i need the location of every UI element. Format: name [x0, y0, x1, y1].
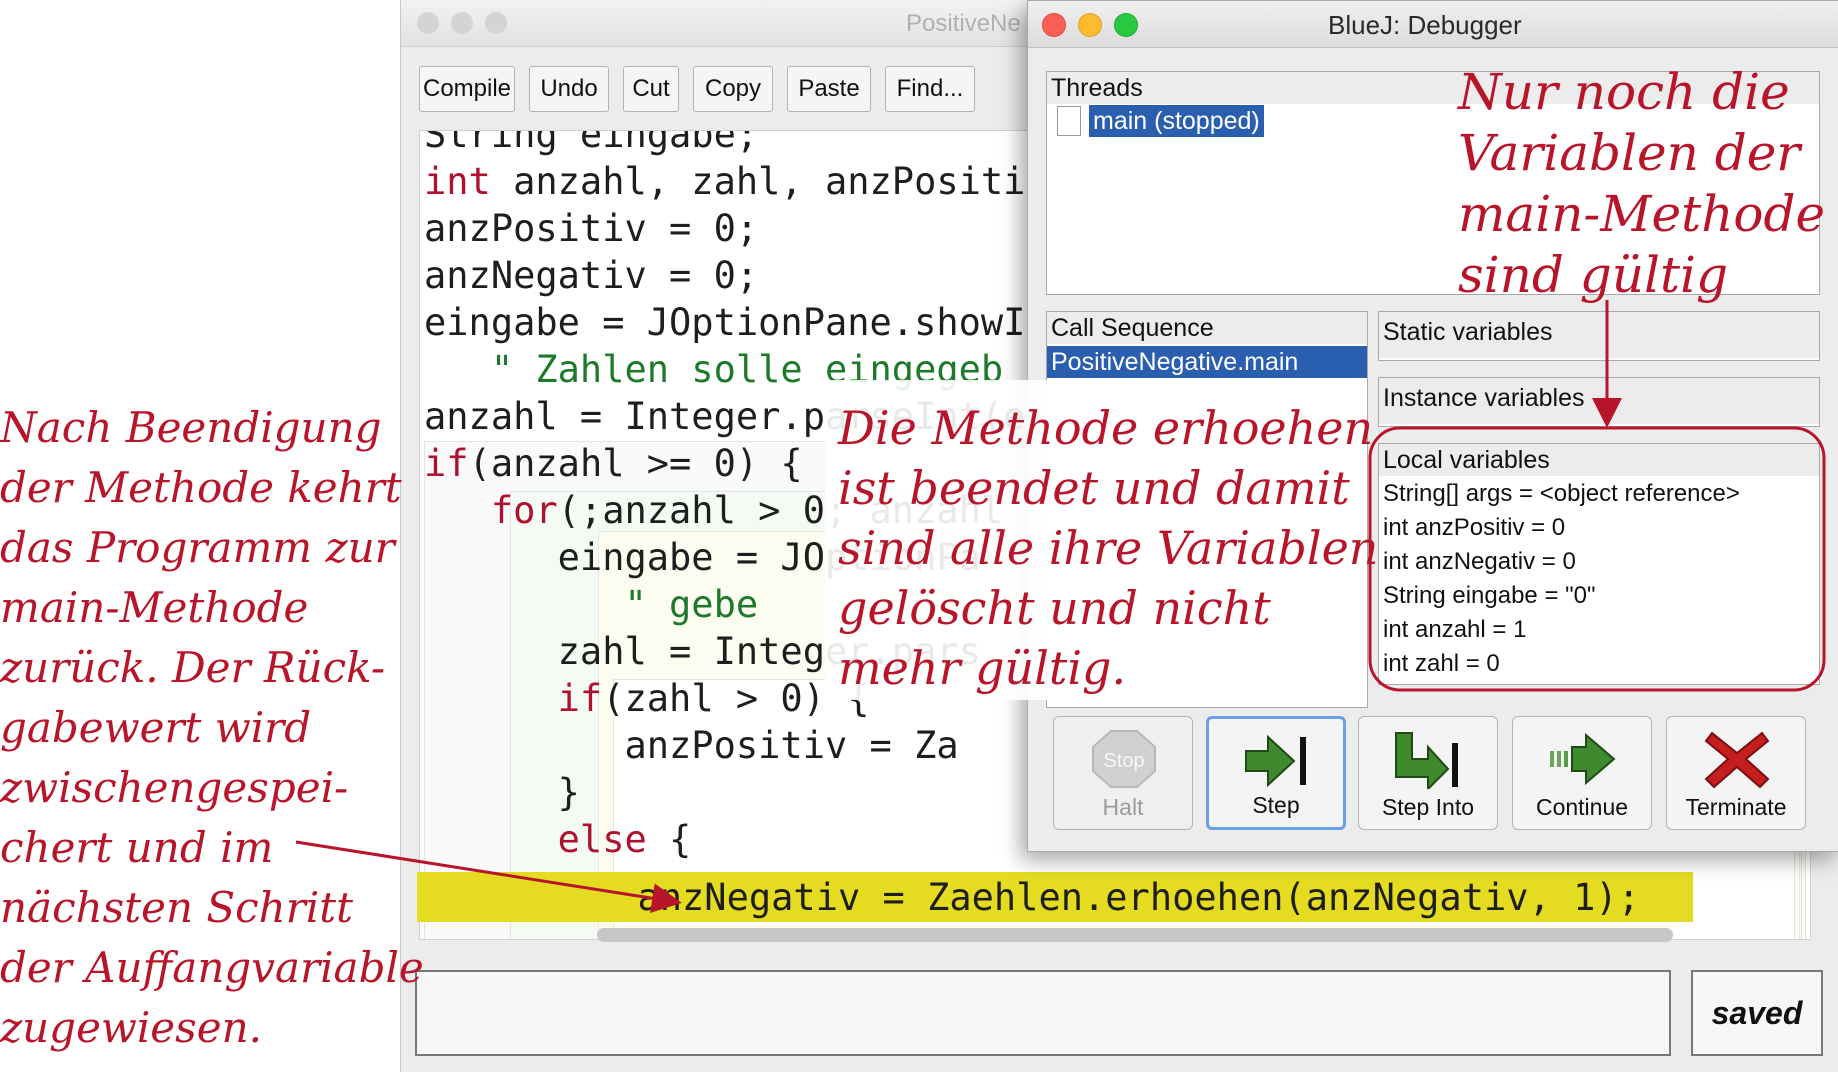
local-variables-highlight [1368, 426, 1826, 692]
arrow-to-current-line [295, 840, 682, 914]
annotation-arrows [295, 300, 1826, 914]
